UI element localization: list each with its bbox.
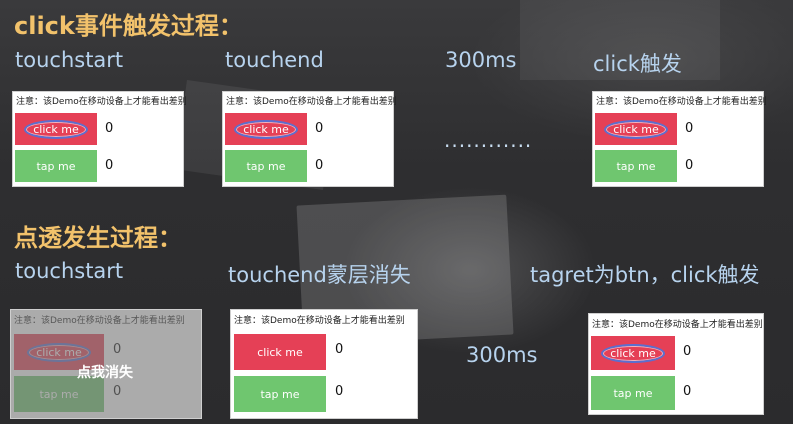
click-me-label: click me [257,345,303,359]
tap-me-label: tap me [260,387,300,401]
tap-me-label: tap me [36,159,76,173]
click-me-button[interactable]: click me [595,113,677,145]
click-me-button[interactable]: click me [225,113,307,145]
demo-note: 注意：该Demo在移动设备上才能看出差别 [596,97,767,107]
demo-note: 注意：该Demo在移动设备上才能看出差别 [16,97,187,107]
tap-me-label: tap me [613,386,653,400]
demo-panel-6: 注意：该Demo在移动设备上才能看出差别 click me 0 tap me 0 [588,313,764,415]
click-me-label: click me [234,119,298,139]
click-me-button[interactable]: click me [234,334,326,370]
section2-heading: 点透发生过程： [14,224,182,252]
click-count: 0 [685,121,694,136]
click-count: 0 [683,344,692,359]
tap-count: 0 [685,158,694,173]
stage-click-fire-2: tagret为btn，click触发 [530,263,760,287]
delay-label-2: 300ms [466,343,538,367]
tap-me-button[interactable]: tap me [234,376,326,412]
tap-count: 0 [105,158,114,173]
click-me-label: click me [24,119,88,139]
tap-count: 0 [683,384,692,399]
tap-count: 0 [335,384,344,399]
click-me-label: click me [604,119,668,139]
section1-heading: click事件触发过程： [14,12,243,40]
click-count: 0 [105,121,114,136]
tap-me-button[interactable]: tap me [595,150,677,182]
stage-touchstart-2: touchstart [15,259,124,283]
stage-touchstart-1: touchstart [15,48,124,72]
tap-me-label: tap me [616,159,656,173]
demo-note: 注意：该Demo在移动设备上才能看出差别 [592,320,763,330]
demo-panel-3: 注意：该Demo在移动设备上才能看出差别 click me 0 tap me 0 [592,91,767,187]
stage-click-fire-1: click触发 [593,52,682,76]
tap-me-button[interactable]: tap me [225,150,307,182]
tap-me-button[interactable]: tap me [15,150,97,182]
demo-panel-4: 注意：该Demo在移动设备上才能看出差别 click me 0 tap me 0… [10,309,202,419]
demo-panel-2: 注意：该Demo在移动设备上才能看出差别 click me 0 tap me 0 [222,91,397,187]
tap-me-label: tap me [246,159,286,173]
click-count: 0 [335,342,344,357]
stage-touchend-overlay-2: touchend蒙层消失 [228,263,411,287]
demo-panel-1: 注意：该Demo在移动设备上才能看出差别 click me 0 tap me 0 [12,91,187,187]
click-me-button[interactable]: click me [15,113,97,145]
click-me-label: click me [601,343,665,363]
tap-me-button[interactable]: tap me [591,376,675,410]
demo-panel-5: 注意：该Demo在移动设备上才能看出差别 click me 0 tap me 0 [230,309,418,419]
demo-note: 注意：该Demo在移动设备上才能看出差别 [234,316,405,326]
stage-delay-1: 300ms [445,48,517,72]
click-me-button[interactable]: click me [591,336,675,370]
overlay-label: 点我消失 [77,365,133,381]
stage-touchend-1: touchend [225,48,324,72]
ellipsis: ............ [444,128,533,152]
tap-count: 0 [315,158,324,173]
click-count: 0 [315,121,324,136]
demo-note: 注意：该Demo在移动设备上才能看出差别 [226,97,397,107]
